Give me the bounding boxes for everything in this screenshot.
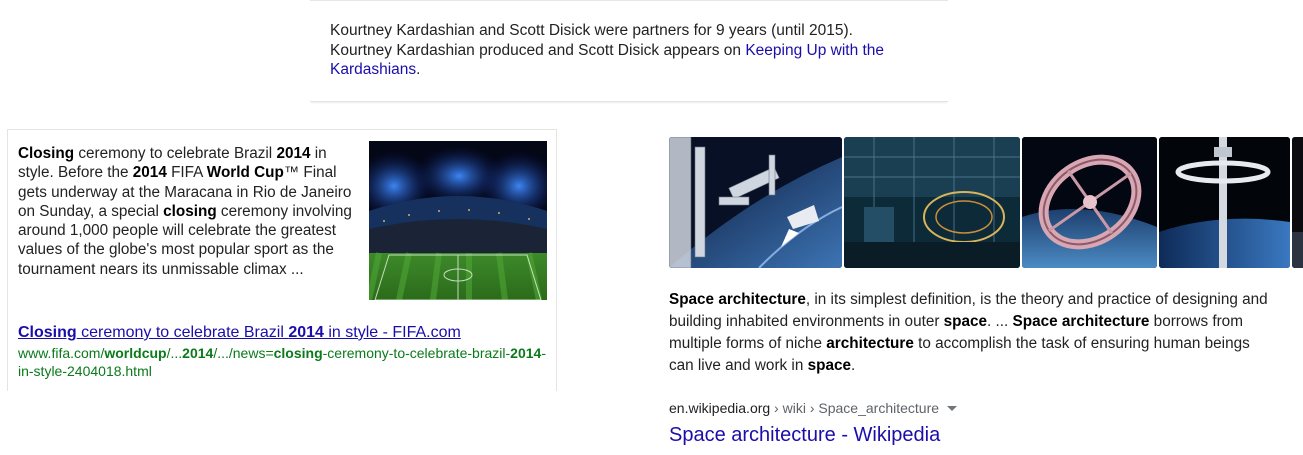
wiki-result-link[interactable]: Space architecture - Wikipedia — [669, 423, 940, 447]
text-segment: -ceremony-to-celebrate-brazil- — [322, 345, 511, 361]
highlighted-term: 2014 — [510, 345, 542, 361]
highlighted-term: 2014 — [276, 145, 311, 162]
text-segment: in style - FIFA.com — [323, 324, 461, 341]
highlighted-term: Space architecture — [669, 291, 806, 308]
highlighted-term: space — [943, 313, 988, 330]
relationship-text: Kourtney Kardashian and Scott Disick wer… — [330, 21, 930, 80]
highlighted-term: World Cup — [206, 164, 284, 182]
relationship-line-1: Kourtney Kardashian and Scott Disick wer… — [330, 22, 853, 39]
text-segment: www.fifa.com/ — [18, 345, 105, 361]
highlighted-term: Space architecture — [1012, 313, 1150, 330]
text-segment: ceremony to celebrate Brazil — [76, 324, 289, 341]
highlighted-term: Closing — [18, 324, 77, 341]
text-segment: . — [850, 357, 856, 374]
fifa-snippet: Closing ceremony to celebrate Brazil 201… — [18, 144, 353, 279]
highlighted-term: architecture — [826, 335, 914, 352]
relationship-panel: Kourtney Kardashian and Scott Disick wer… — [310, 0, 948, 102]
partial-thumbnail[interactable] — [1292, 137, 1303, 268]
text-segment: ceremony to celebrate Brazil — [74, 145, 277, 162]
highlighted-term: closing — [273, 345, 323, 361]
wiki-domain: en.wikipedia.org — [669, 400, 771, 416]
highlighted-term: space — [807, 357, 851, 374]
highlighted-term: 2014 — [182, 345, 214, 361]
space-station-thumbnail[interactable] — [669, 137, 842, 268]
text-segment: /.../news= — [213, 345, 274, 361]
text-segment: /... — [166, 345, 183, 361]
relationship-line-2-suffix: . — [416, 61, 421, 78]
image-strip — [669, 137, 1303, 269]
highlighted-term: 2014 — [288, 324, 324, 341]
highlighted-term: worldcup — [104, 345, 167, 361]
dropdown-arrow-icon[interactable] — [947, 406, 958, 411]
wiki-path: › wiki › Space_architecture — [770, 400, 940, 416]
highlighted-term: closing — [163, 202, 217, 220]
orbital-tower-thumbnail[interactable] — [1159, 137, 1290, 268]
text-segment: FIFA — [166, 164, 207, 182]
highlighted-term: Closing — [18, 145, 75, 162]
wiki-citation: en.wikipedia.org › wiki › Space_architec… — [669, 399, 958, 417]
relationship-line-2-prefix: Kourtney Kardashian produced and Scott D… — [330, 41, 746, 59]
stadium-image[interactable] — [369, 141, 547, 300]
space-habitat-interior-thumbnail[interactable] — [844, 137, 1020, 268]
wiki-snippet: Space architecture, in its simplest defi… — [669, 289, 1269, 377]
torus-station-thumbnail[interactable] — [1022, 137, 1157, 268]
text-segment: . ... — [987, 313, 1013, 330]
fifa-result-url: www.fifa.com/worldcup/...2014/.../news=c… — [18, 344, 548, 380]
fifa-result-card: Closing ceremony to celebrate Brazil 201… — [7, 129, 557, 391]
highlighted-term: 2014 — [132, 164, 167, 182]
fifa-result-link[interactable]: Closing ceremony to celebrate Brazil 201… — [18, 323, 461, 342]
